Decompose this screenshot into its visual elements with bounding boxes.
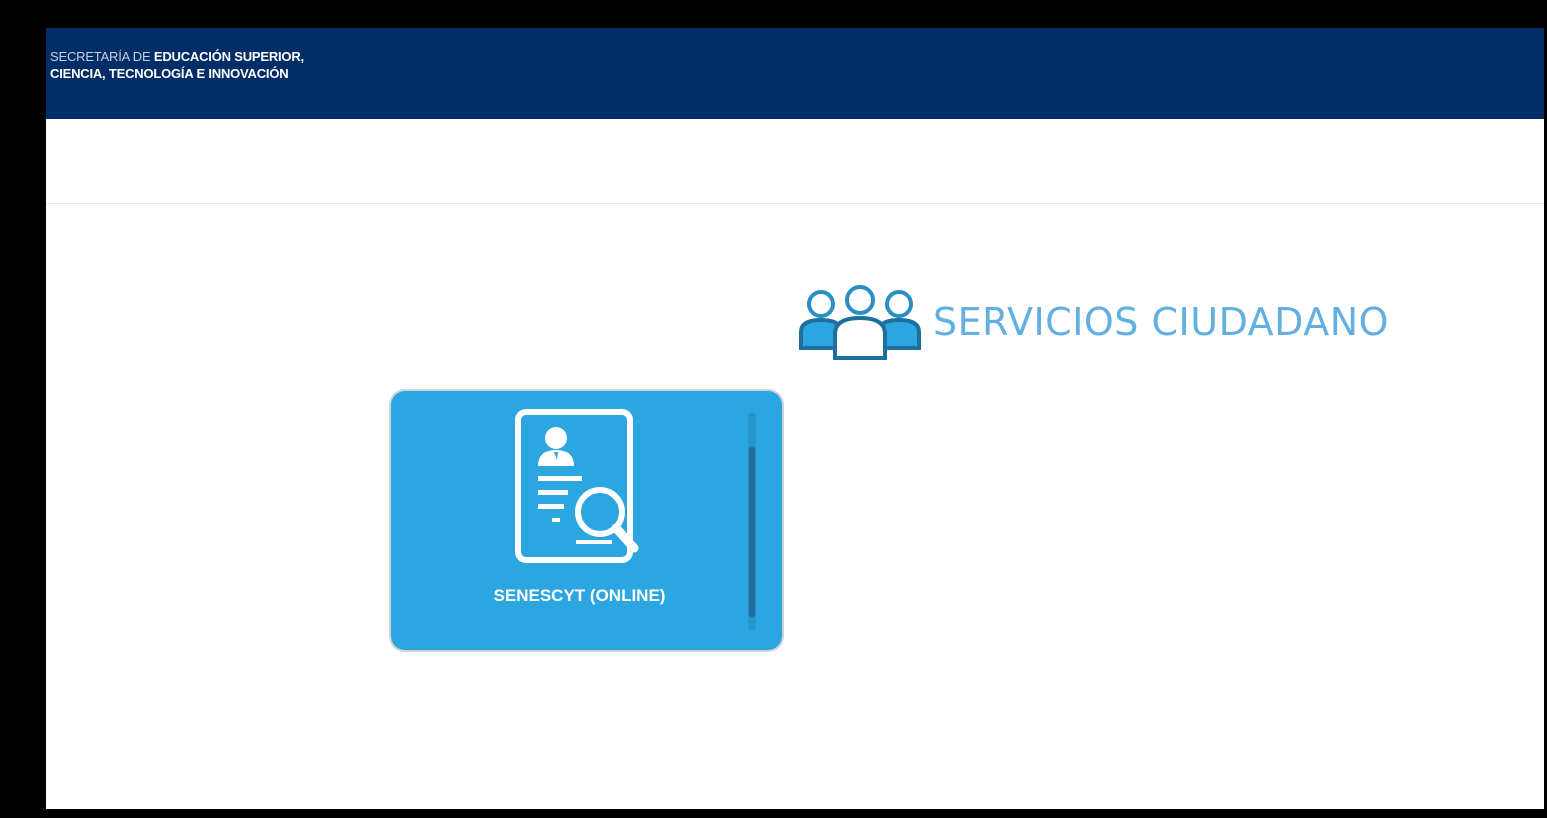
brand-line-1: SECRETARÍA DE EDUCACIÓN SUPERIOR, <box>50 48 304 65</box>
screen-frame-bottom <box>0 809 1547 818</box>
card-scroll-thumb[interactable] <box>749 447 755 617</box>
section-heading: SERVICIOS CIUDADANO <box>797 282 1389 362</box>
brand-emphasis: EDUCACIÓN SUPERIOR, <box>153 49 304 64</box>
top-header: SECRETARÍA DE EDUCACIÓN SUPERIOR, CIENCI… <box>46 28 1544 119</box>
screen-frame-top <box>0 0 1547 10</box>
section-title: SERVICIOS CIUDADANO <box>933 300 1390 344</box>
brand-line-2: CIENCIA, TECNOLOGÍA E INNOVACIÓN <box>50 66 289 81</box>
service-card-senescyt[interactable]: SENESCYT (ONLINE) <box>391 391 782 650</box>
institution-brand[interactable]: SECRETARÍA DE EDUCACIÓN SUPERIOR, CIENCI… <box>50 48 304 82</box>
service-card-label: SENESCYT (ONLINE) <box>493 586 666 605</box>
screen-frame-left <box>0 0 46 818</box>
document-search-icon <box>515 409 639 563</box>
card-scrollbar[interactable] <box>748 413 756 631</box>
brand-prefix: SECRETARÍA DE <box>50 49 151 64</box>
header-gap <box>46 10 1544 28</box>
secondary-bar <box>46 119 1544 204</box>
people-group-icon <box>799 285 921 360</box>
